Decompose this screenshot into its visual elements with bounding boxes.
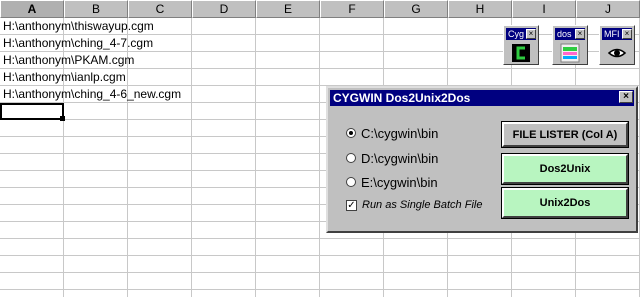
mfi-tool-button[interactable]: MFI × (599, 25, 635, 65)
radio-icon[interactable] (346, 128, 356, 138)
column-header-a[interactable]: A (0, 0, 64, 18)
dialog-close-button[interactable]: × (619, 91, 633, 103)
dos-box-icon (560, 43, 580, 63)
option-d-label: D:\cygwin\bin (361, 150, 439, 166)
column-header-i[interactable]: I (512, 0, 576, 18)
close-icon[interactable]: × (526, 29, 536, 39)
batch-file-checkbox[interactable]: ✓ Run as Single Batch File (346, 197, 482, 213)
dialog-title: CYGWIN Dos2Unix2Dos (333, 91, 471, 105)
column-header-b[interactable]: B (64, 0, 128, 18)
dialog-titlebar[interactable]: CYGWIN Dos2Unix2Dos (330, 90, 634, 106)
eye-icon (607, 48, 627, 58)
file-lister-button[interactable]: FILE LISTER (Col A) (501, 121, 629, 148)
column-header-h[interactable]: H (448, 0, 512, 18)
cell-a5[interactable]: H:\anthonym\ching_4-6_new.cgm (3, 86, 181, 103)
radio-icon[interactable] (346, 177, 356, 187)
dos2unix-dialog: CYGWIN Dos2Unix2Dos × C:\cygwin\bin D:\c… (326, 86, 638, 233)
option-c-drive[interactable]: C:\cygwin\bin (346, 125, 438, 141)
cell-a1[interactable]: H:\anthonym\thiswayup.cgm (3, 18, 154, 35)
active-cell-a6[interactable] (0, 103, 64, 120)
column-header-c[interactable]: C (128, 0, 192, 18)
column-header-f[interactable]: F (320, 0, 384, 18)
dos-tool-button[interactable]: dos × (552, 25, 588, 65)
cell-a4[interactable]: H:\anthonym\ianlp.cgm (3, 69, 126, 86)
cell-a3[interactable]: H:\anthonym\PKAM.cgm (3, 52, 134, 69)
cell-a2[interactable]: H:\anthonym\ching_4-7.cgm (3, 35, 153, 52)
column-header-j[interactable]: J (576, 0, 640, 18)
option-e-label: E:\cygwin\bin (361, 174, 438, 190)
close-icon[interactable]: × (575, 29, 585, 39)
unix2dos-button[interactable]: Unix2Dos (501, 187, 629, 219)
batch-file-label: Run as Single Batch File (362, 199, 483, 211)
cygwin-icon (512, 44, 530, 62)
option-e-drive[interactable]: E:\cygwin\bin (346, 174, 438, 190)
column-header-d[interactable]: D (192, 0, 256, 18)
fill-handle[interactable] (60, 116, 65, 121)
checkbox-icon[interactable]: ✓ (346, 199, 357, 211)
column-header-g[interactable]: G (384, 0, 448, 18)
close-icon[interactable]: × (622, 29, 632, 39)
cyg-tool-button[interactable]: Cyg × (503, 25, 539, 65)
radio-icon[interactable] (346, 153, 356, 163)
dos2unix-button[interactable]: Dos2Unix (501, 153, 629, 185)
option-d-drive[interactable]: D:\cygwin\bin (346, 150, 438, 166)
column-header-e[interactable]: E (256, 0, 320, 18)
option-c-label: C:\cygwin\bin (361, 125, 439, 141)
column-header-row: A B C D E F G H I J (0, 0, 640, 18)
